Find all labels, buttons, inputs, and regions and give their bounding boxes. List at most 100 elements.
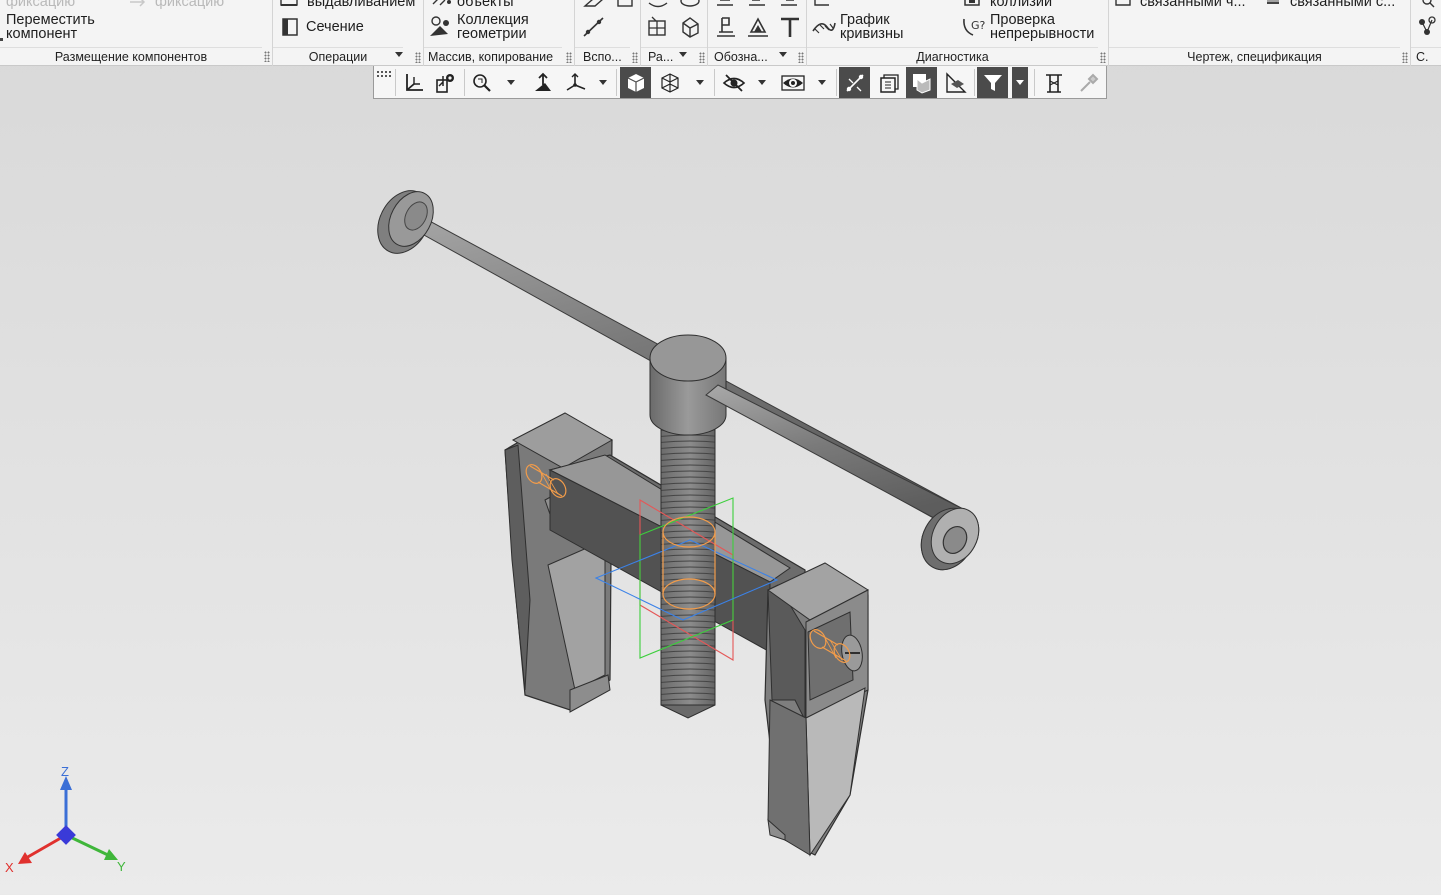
continuity-check-label-1: Проверка xyxy=(990,12,1055,28)
viewbar-separator xyxy=(1034,69,1035,96)
right-jaw[interactable] xyxy=(764,562,870,857)
handle-hub[interactable] xyxy=(649,334,727,436)
curvature-graph-button[interactable]: График кривизны xyxy=(811,12,936,42)
ra-dropdown-icon[interactable] xyxy=(679,52,687,57)
linked-spec-icon[interactable] xyxy=(1264,0,1282,8)
aux-box-icon[interactable] xyxy=(615,0,635,8)
measure-icon[interactable] xyxy=(1038,67,1069,98)
chevron-down-icon xyxy=(818,80,826,85)
last-group-footer: С. xyxy=(1411,47,1441,66)
diagnostics-grip-icon[interactable] xyxy=(1100,52,1106,63)
hide-dropdown[interactable] xyxy=(754,67,770,98)
collisions-icon[interactable] xyxy=(963,0,985,8)
last-network-icon[interactable] xyxy=(1416,15,1438,39)
ra-group: Ра... xyxy=(641,0,708,66)
axis-triad-graphic xyxy=(18,776,118,864)
zoom-dropdown[interactable] xyxy=(503,67,519,98)
display-dropdown[interactable] xyxy=(692,67,708,98)
notation-top-icon-2[interactable] xyxy=(746,0,768,8)
linked-spec-label[interactable]: связанными с... xyxy=(1290,0,1395,9)
orientation-icon[interactable] xyxy=(398,67,429,98)
handle-rod-front[interactable] xyxy=(705,384,966,533)
svg-text:G?: G? xyxy=(971,19,986,32)
axes-dropdown[interactable] xyxy=(595,67,611,98)
notation-top-icon-3[interactable] xyxy=(778,0,800,8)
notation-top-icon-1[interactable] xyxy=(714,0,736,8)
geometry-collection-label-2: геометрии xyxy=(457,26,527,42)
ra-top-icon-1[interactable] xyxy=(647,0,669,8)
center-screw[interactable] xyxy=(660,399,716,719)
view-toolbar xyxy=(373,66,1107,99)
extrude-label[interactable]: выдавливанием xyxy=(307,0,415,9)
ra-grid-icon[interactable] xyxy=(646,15,670,39)
diagnostics-group-footer: Диагностика xyxy=(807,47,1098,66)
continuity-check-button[interactable]: G? Проверка непрерывности xyxy=(961,12,1107,42)
section-dropdown[interactable] xyxy=(814,67,830,98)
notation-grip-icon[interactable] xyxy=(798,52,804,63)
axis-z-label: Z xyxy=(61,764,69,779)
section-button[interactable]: Сечение xyxy=(277,16,377,38)
array-group-footer: Массив, копирование xyxy=(424,47,562,66)
grid-icon[interactable] xyxy=(374,67,394,98)
zoom-icon[interactable] xyxy=(466,67,497,98)
objects-label[interactable]: объекты xyxy=(457,0,514,9)
base-notation-icon[interactable] xyxy=(745,15,771,39)
drawing-grip-icon[interactable] xyxy=(1402,52,1408,63)
move-component-label-1: Переместить xyxy=(6,12,95,28)
last-top-icon[interactable] xyxy=(1417,0,1437,8)
ra-group-footer: Ра... xyxy=(641,47,707,66)
move-component-button[interactable]: Переместить компонент xyxy=(0,12,120,42)
chevron-down-icon xyxy=(758,80,766,85)
shaded-icon[interactable] xyxy=(620,67,651,98)
view-selection-icon[interactable] xyxy=(430,67,461,98)
wireframe-icon[interactable] xyxy=(654,67,685,98)
placement-group-footer: Размещение компонентов xyxy=(0,47,262,66)
ra-top-icon-2[interactable] xyxy=(679,0,701,8)
hide-icon[interactable] xyxy=(718,67,749,98)
chevron-down-icon xyxy=(599,80,607,85)
perspective-icon[interactable] xyxy=(940,67,971,98)
extrude-icon xyxy=(280,0,298,6)
roughness-icon[interactable] xyxy=(713,15,739,39)
aux-grip-icon[interactable] xyxy=(632,52,638,63)
collisions-label[interactable]: коллизий xyxy=(990,0,1052,9)
aux-plane-icon[interactable] xyxy=(583,0,605,8)
geometry-collection-button[interactable]: Коллекция геометрии xyxy=(428,12,568,42)
continuity-check-label-2: непрерывности xyxy=(990,26,1095,42)
section-view-icon[interactable] xyxy=(777,67,808,98)
array-grip-icon[interactable] xyxy=(566,52,572,63)
linked-drawing-icon[interactable] xyxy=(1114,0,1134,8)
linked-drawing-label[interactable]: связанными ч... xyxy=(1140,0,1246,9)
placement-grip-icon[interactable] xyxy=(264,51,270,62)
chevron-down-icon xyxy=(1016,80,1024,85)
filter-icon[interactable] xyxy=(977,67,1008,98)
axes-icon[interactable] xyxy=(560,67,591,98)
fixation-label-left[interactable]: фиксацию xyxy=(6,0,75,9)
filter-dropdown[interactable] xyxy=(1012,67,1028,98)
aux-axis-icon[interactable] xyxy=(581,15,607,39)
diag-top-icon[interactable] xyxy=(813,0,833,8)
text-notation-icon[interactable] xyxy=(778,15,802,39)
notation-dropdown-icon[interactable] xyxy=(779,52,787,57)
fixation-label-right[interactable]: фиксацию xyxy=(155,0,224,9)
eyedropper-icon[interactable] xyxy=(1072,67,1103,98)
ra-grip-icon[interactable] xyxy=(699,52,705,63)
aux-group: Вспо... xyxy=(575,0,641,66)
display-mode-icon[interactable] xyxy=(906,67,937,98)
operations-group: выдавливанием Сечение Операции xyxy=(273,0,424,66)
axis-triad[interactable]: Z Y X xyxy=(0,760,140,895)
snap-icon[interactable] xyxy=(839,67,870,98)
notation-group: Обозна... xyxy=(708,0,807,66)
handle-end-cap-left[interactable] xyxy=(367,182,442,263)
move-component-label-2: компонент xyxy=(6,26,78,42)
operations-grip-icon[interactable] xyxy=(415,52,421,63)
viewbar-separator xyxy=(395,69,396,96)
ra-cube-icon[interactable] xyxy=(678,15,702,39)
layers-icon[interactable] xyxy=(873,67,904,98)
curvature-graph-label-1: График xyxy=(840,12,890,28)
section-icon xyxy=(282,18,298,36)
operations-dropdown-icon[interactable] xyxy=(395,52,403,57)
rotate-icon[interactable] xyxy=(527,67,558,98)
viewbar-separator xyxy=(714,69,715,96)
model-viewport[interactable] xyxy=(0,99,1441,895)
